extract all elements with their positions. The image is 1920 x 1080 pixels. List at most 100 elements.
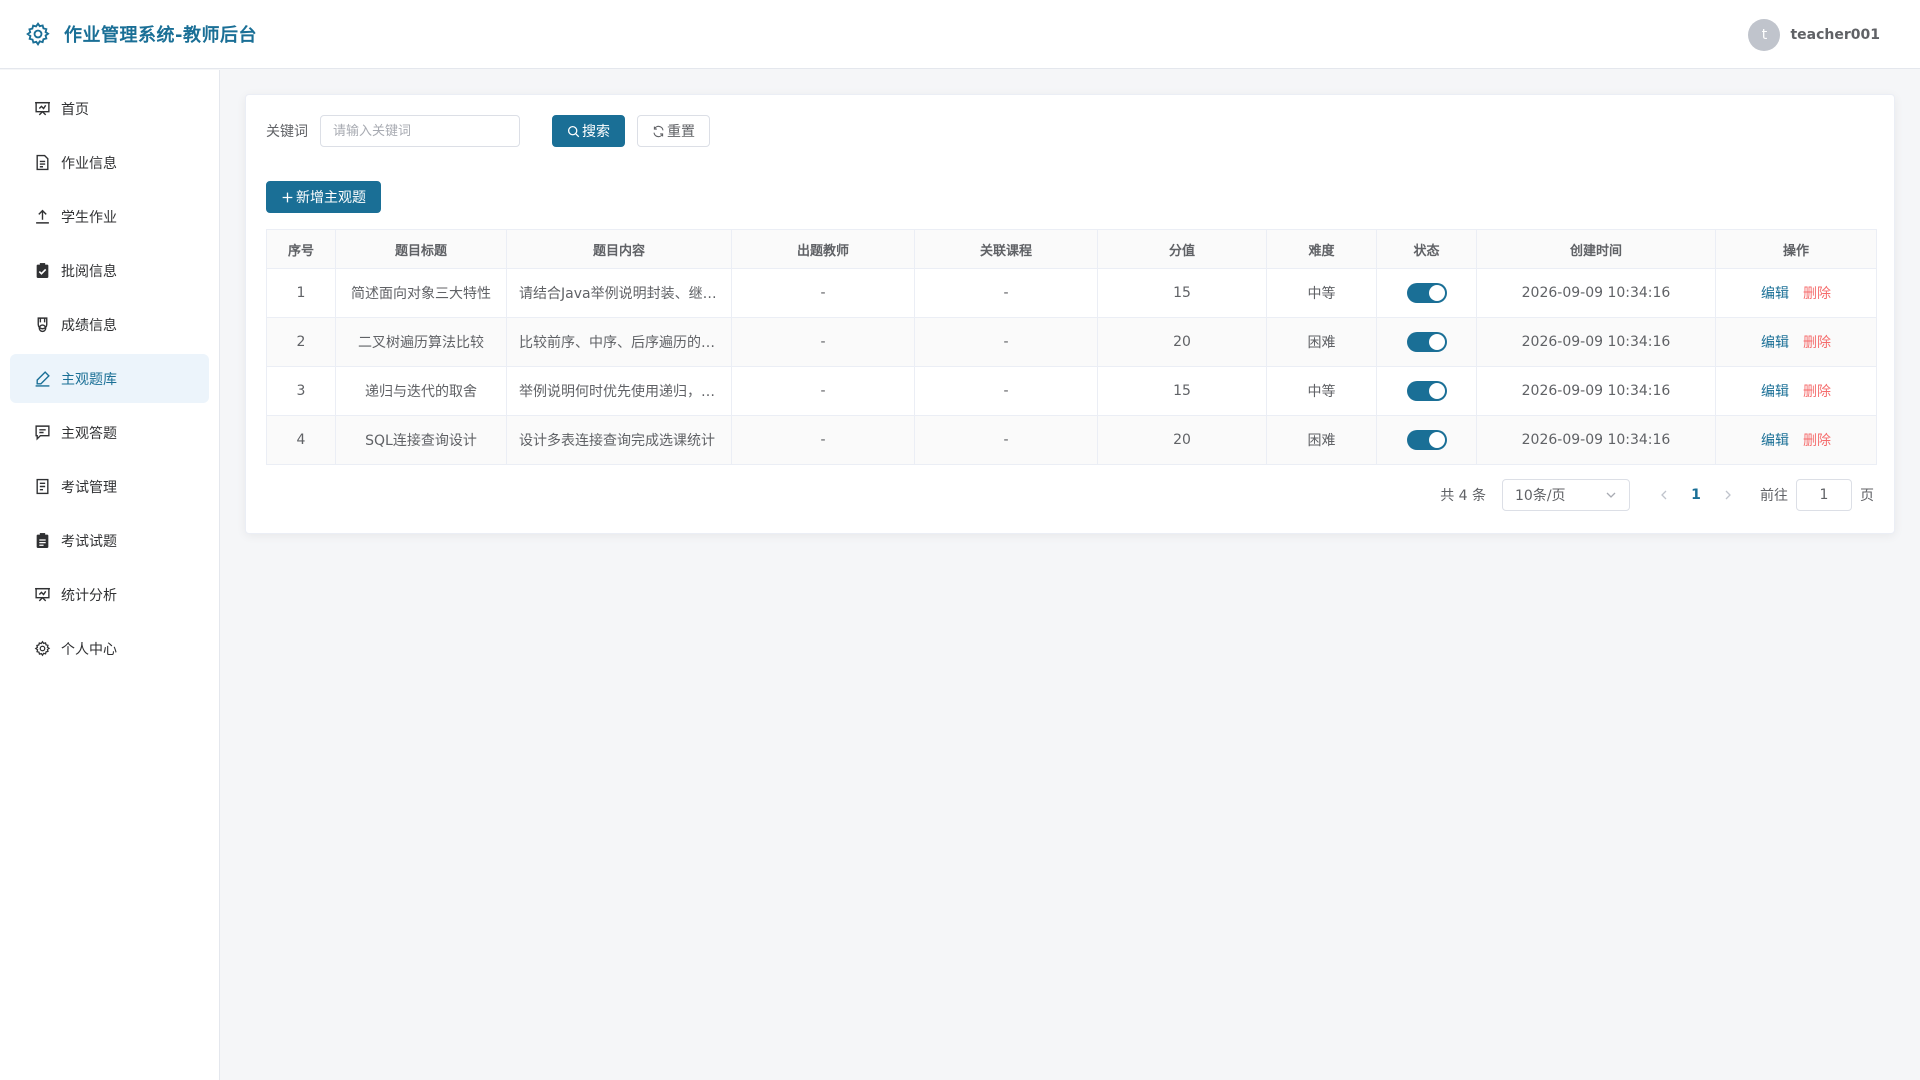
delete-link[interactable]: 删除 bbox=[1803, 384, 1831, 400]
delete-link[interactable]: 删除 bbox=[1803, 433, 1831, 449]
column-header: 创建时间 bbox=[1476, 229, 1716, 269]
cell-created: 2026-09-09 10:34:16 bbox=[1476, 415, 1716, 465]
tickets-icon bbox=[34, 478, 51, 495]
edit-link[interactable]: 编辑 bbox=[1761, 335, 1789, 351]
status-toggle[interactable] bbox=[1406, 430, 1447, 450]
gear-icon bbox=[34, 640, 51, 657]
goto-page: 前往 页 bbox=[1760, 479, 1874, 511]
cell-created: 2026-09-09 10:34:16 bbox=[1476, 317, 1716, 367]
sidebar-item-label: 首页 bbox=[61, 101, 89, 118]
cell-difficulty: 中等 bbox=[1266, 366, 1377, 416]
cell-actions: 编辑 删除 bbox=[1715, 317, 1877, 367]
sidebar-item-statistics[interactable]: 统计分析 bbox=[10, 570, 209, 619]
search-button-label: 搜索 bbox=[582, 124, 610, 140]
table-row: 2 二叉树遍历算法比较 比较前序、中序、后序遍历的实现 - - 20 困难 20… bbox=[266, 317, 1877, 367]
cell-score: 20 bbox=[1097, 415, 1267, 465]
add-question-button[interactable]: 新增主观题 bbox=[266, 181, 381, 213]
cell-actions: 编辑 删除 bbox=[1715, 415, 1877, 465]
search-button[interactable]: 搜索 bbox=[552, 115, 625, 147]
avatar[interactable]: t bbox=[1748, 19, 1781, 51]
cell-teacher: - bbox=[731, 366, 915, 416]
edit-link[interactable]: 编辑 bbox=[1761, 433, 1789, 449]
sidebar-item-label: 统计分析 bbox=[61, 587, 117, 604]
column-header: 关联课程 bbox=[914, 229, 1098, 269]
cell-score: 15 bbox=[1097, 268, 1267, 318]
upload-icon bbox=[34, 208, 51, 225]
sidebar: 首页 作业信息 学生作业 批阅信息 成绩信息 主观题库 主观答题 考试管理 考试… bbox=[0, 70, 220, 1080]
sidebar-item-profile[interactable]: 个人中心 bbox=[10, 624, 209, 673]
cell-title: SQL连接查询设计 bbox=[335, 415, 507, 465]
chevron-right-icon bbox=[1725, 490, 1731, 500]
next-page-button[interactable] bbox=[1714, 481, 1742, 509]
page-size-select[interactable]: 10条/页 bbox=[1502, 479, 1630, 511]
edit-link[interactable]: 编辑 bbox=[1761, 286, 1789, 302]
username[interactable]: teacher001 bbox=[1790, 27, 1880, 43]
sidebar-item-review-info[interactable]: 批阅信息 bbox=[10, 246, 209, 295]
add-question-label: 新增主观题 bbox=[296, 190, 366, 206]
chevron-left-icon bbox=[1661, 490, 1667, 500]
cell-created: 2026-09-09 10:34:16 bbox=[1476, 366, 1716, 416]
brand: 作业管理系统-教师后台 bbox=[25, 21, 257, 47]
table-row: 4 SQL连接查询设计 设计多表连接查询完成选课统计 - - 20 困难 202… bbox=[266, 415, 1877, 465]
search-bar: 关键词 搜索 重置 bbox=[266, 115, 710, 147]
sidebar-item-label: 个人中心 bbox=[61, 641, 117, 658]
cell-index: 4 bbox=[266, 415, 336, 465]
presentation-chart-icon bbox=[34, 586, 51, 603]
status-toggle[interactable] bbox=[1406, 381, 1447, 401]
reset-button[interactable]: 重置 bbox=[637, 115, 710, 147]
cell-score: 20 bbox=[1097, 317, 1267, 367]
column-header: 状态 bbox=[1376, 229, 1477, 269]
column-header: 序号 bbox=[266, 229, 336, 269]
sidebar-item-label: 作业信息 bbox=[61, 155, 117, 172]
status-toggle[interactable] bbox=[1406, 283, 1447, 303]
page-size-value: 10条/页 bbox=[1515, 488, 1566, 504]
sidebar-item-label: 主观答题 bbox=[61, 425, 117, 442]
cell-actions: 编辑 删除 bbox=[1715, 366, 1877, 416]
total-count: 共 4 条 bbox=[1440, 488, 1486, 504]
sidebar-item-label: 考试试题 bbox=[61, 533, 117, 550]
clipboard-check-icon bbox=[34, 262, 51, 279]
sidebar-item-homework-info[interactable]: 作业信息 bbox=[10, 138, 209, 187]
app-title: 作业管理系统-教师后台 bbox=[64, 25, 257, 46]
cell-index: 3 bbox=[266, 366, 336, 416]
status-toggle[interactable] bbox=[1406, 332, 1447, 352]
cell-status bbox=[1376, 317, 1477, 367]
sidebar-item-exam-questions[interactable]: 考试试题 bbox=[10, 516, 209, 565]
user-menu[interactable]: t teacher001 bbox=[1748, 19, 1880, 51]
content-card: 关键词 搜索 重置 新增主观题 序号 题目标题 题目内容 出题教师 关联课程 分… bbox=[245, 94, 1895, 534]
prev-page-button[interactable] bbox=[1650, 481, 1678, 509]
sidebar-item-grades[interactable]: 成绩信息 bbox=[10, 300, 209, 349]
cell-status bbox=[1376, 415, 1477, 465]
page-suffix: 页 bbox=[1860, 488, 1874, 504]
sidebar-item-student-homework[interactable]: 学生作业 bbox=[10, 192, 209, 241]
delete-link[interactable]: 删除 bbox=[1803, 286, 1831, 302]
cell-index: 2 bbox=[266, 317, 336, 367]
goto-page-input[interactable] bbox=[1796, 479, 1852, 511]
question-table: 序号 题目标题 题目内容 出题教师 关联课程 分值 难度 状态 创建时间 操作 … bbox=[266, 229, 1877, 465]
sidebar-item-home[interactable]: 首页 bbox=[10, 84, 209, 133]
keyword-label: 关键词 bbox=[266, 124, 308, 140]
keyword-input[interactable] bbox=[320, 115, 520, 147]
cell-status bbox=[1376, 366, 1477, 416]
page-number[interactable]: 1 bbox=[1682, 481, 1710, 509]
cell-content: 举例说明何时优先使用递归，何时使用迭代 bbox=[506, 366, 732, 416]
column-header: 难度 bbox=[1266, 229, 1377, 269]
document-icon bbox=[34, 154, 51, 171]
search-icon bbox=[567, 125, 580, 137]
sidebar-item-subjective-bank[interactable]: 主观题库 bbox=[10, 354, 209, 403]
column-header: 题目内容 bbox=[506, 229, 732, 269]
sidebar-item-label: 成绩信息 bbox=[61, 317, 117, 334]
cell-status bbox=[1376, 268, 1477, 318]
chat-square-icon bbox=[34, 424, 51, 441]
cell-content: 比较前序、中序、后序遍历的实现 bbox=[506, 317, 732, 367]
cell-title: 简述面向对象三大特性 bbox=[335, 268, 507, 318]
table-header-row: 序号 题目标题 题目内容 出题教师 关联课程 分值 难度 状态 创建时间 操作 bbox=[266, 229, 1877, 269]
cell-title: 二叉树遍历算法比较 bbox=[335, 317, 507, 367]
chevron-down-icon bbox=[1606, 492, 1616, 498]
delete-link[interactable]: 删除 bbox=[1803, 335, 1831, 351]
sidebar-item-exam-management[interactable]: 考试管理 bbox=[10, 462, 209, 511]
sidebar-item-label: 批阅信息 bbox=[61, 263, 117, 280]
edit-link[interactable]: 编辑 bbox=[1761, 384, 1789, 400]
sidebar-item-label: 学生作业 bbox=[61, 209, 117, 226]
sidebar-item-subjective-answers[interactable]: 主观答题 bbox=[10, 408, 209, 457]
